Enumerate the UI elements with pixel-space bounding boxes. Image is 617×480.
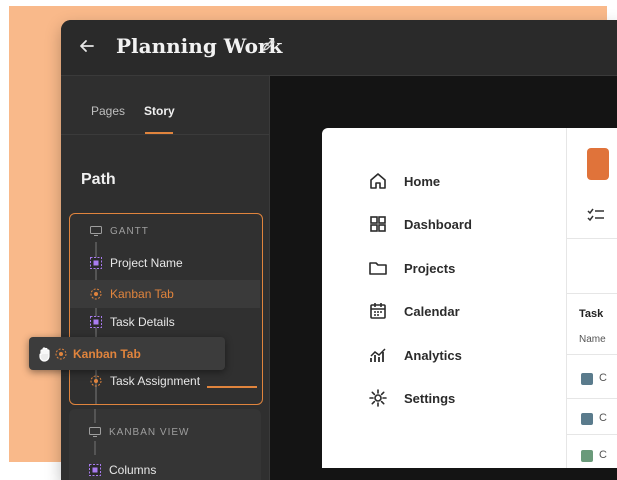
active-tab-indicator [145,132,173,134]
nav-item-label: Settings [404,390,456,406]
nav-item-home[interactable]: Home [368,170,440,192]
path-node-label: Columns [109,463,157,477]
group-header-gantt: GANTT [110,226,149,237]
component-icon [90,316,102,328]
nav-item-label: Projects [404,260,456,276]
task-color-swatch [581,373,593,385]
nav-item-analytics[interactable]: Analytics [368,344,462,366]
sidebar-tabs: Pages Story [61,76,269,135]
task-row-text: C [599,372,607,384]
nav-item-dashboard[interactable]: Dashboard [368,213,472,235]
dashboard-icon [370,216,386,232]
app-preview-card: Home Dashboard Projects Calendar Analyti… [322,128,617,468]
grab-hand-icon [39,346,50,362]
path-node-label: Project Name [110,256,183,270]
folder-icon [369,262,387,275]
drag-preview-label: Kanban Tab [73,346,141,361]
kanban-view-group: KANBAN VIEW Columns [69,409,261,480]
sidebar: Pages Story Path GANTT Project Name Kanb… [61,76,270,480]
target-icon [90,288,102,300]
tab-pages[interactable]: Pages [91,104,125,118]
task-row-text: C [599,449,607,461]
page-title: Planning Work [116,34,283,58]
path-node-kanban-tab[interactable]: Kanban Tab [70,280,260,308]
calendar-icon [370,303,386,319]
gantt-group: GANTT Project Name Kanban Tab Task Detai… [69,213,263,405]
settings-icon [369,389,387,407]
divider [567,398,617,399]
back-arrow-icon[interactable] [77,36,97,56]
divider [567,434,617,435]
divider [567,354,617,355]
path-line [94,441,96,455]
path-node-task-assignment[interactable]: Task Assignment [90,372,200,390]
target-icon [90,375,102,387]
monitor-icon [89,427,101,437]
task-column-header: Task [579,308,604,320]
path-node-label: Task Details [110,315,175,329]
name-column-label: Name [579,334,606,345]
drag-preview-kanban-tab[interactable]: Kanban Tab [29,337,225,370]
nav-item-label: Home [404,173,441,189]
task-panel: Task Name C C C [566,128,617,468]
path-node-label: Kanban Tab [110,287,174,301]
divider [567,293,617,294]
tab-story[interactable]: Story [144,104,175,118]
component-icon [90,257,102,269]
component-icon [89,464,101,476]
nav-item-label: Dashboard [404,216,472,232]
drop-indicator [207,386,257,388]
task-color-swatch [581,413,593,425]
path-node-label: Task Assignment [110,374,201,388]
edit-pencil-icon[interactable] [262,38,276,52]
nav-item-projects[interactable]: Projects [368,257,455,279]
path-heading: Path [81,171,116,188]
brand-logo-icon [587,148,609,180]
nav-item-calendar[interactable]: Calendar [368,300,460,322]
task-color-swatch [581,450,593,462]
task-list-icon[interactable] [587,208,605,222]
path-node-columns[interactable]: Columns [89,461,156,479]
analytics-icon [370,348,386,362]
title-bar: Planning Work [61,20,617,76]
path-line [94,409,96,423]
nav-item-settings[interactable]: Settings [368,387,455,409]
nav-item-label: Analytics [404,347,462,363]
group-header-kanban-view: KANBAN VIEW [109,427,190,438]
monitor-icon [90,226,102,236]
path-node-task-details[interactable]: Task Details [90,313,175,331]
home-icon [370,173,386,189]
divider [567,238,617,239]
task-row-text: C [599,412,607,424]
target-icon [55,348,67,359]
path-node-project-name[interactable]: Project Name [90,254,183,272]
nav-item-label: Calendar [404,303,460,319]
